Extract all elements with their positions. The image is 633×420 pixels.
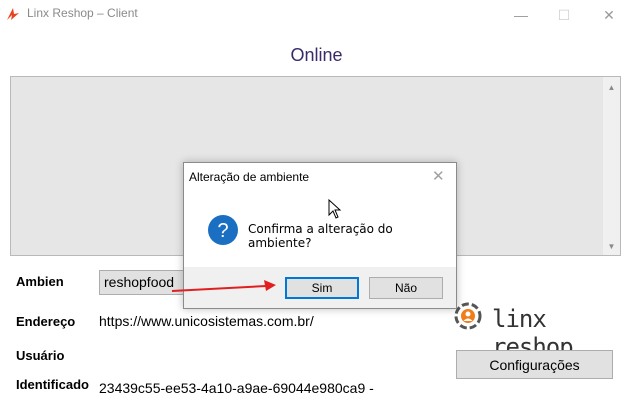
annotation-arrow-icon [171,280,276,292]
dialog-message: Confirma a alteração do ambiente? [248,222,393,250]
usuario-label: Usuário [16,348,65,363]
question-icon: ? [208,215,238,245]
minimize-icon: — [514,7,528,23]
sim-button[interactable]: Sim [285,277,359,299]
scroll-down-icon[interactable]: ▼ [603,238,620,255]
vertical-scrollbar[interactable]: ▲ ▼ [603,77,620,255]
identificador-label: Identificado [16,377,89,392]
nao-button[interactable]: Não [369,277,443,299]
maximize-button[interactable]: ☐ [548,0,580,30]
endereco-value: https://www.unicosistemas.com.br/ [99,313,314,329]
minimize-button[interactable]: — [505,0,537,30]
maximize-icon: ☐ [557,6,571,23]
close-button[interactable]: ✕ [593,0,625,30]
close-icon: ✕ [603,6,615,23]
dialog-close-icon[interactable]: ✕ [432,167,445,185]
window-title: Linx Reshop – Client [27,6,138,20]
endereco-label: Endereço [16,314,76,329]
linx-reshop-logo: linx reshop [452,298,627,361]
identificador-value: 23439c55-ee53-4a10-a9ae-69044e980ca9 - [99,380,374,396]
configuracoes-button[interactable]: Configurações [456,350,613,379]
dialog-title: Alteração de ambiente [189,170,310,184]
mouse-cursor-icon [328,199,342,219]
status-label: Online [290,45,343,65]
app-icon [7,8,19,20]
svg-text:?: ? [217,220,228,242]
ambiente-label: Ambien [16,274,64,289]
scroll-up-icon[interactable]: ▲ [603,79,620,96]
